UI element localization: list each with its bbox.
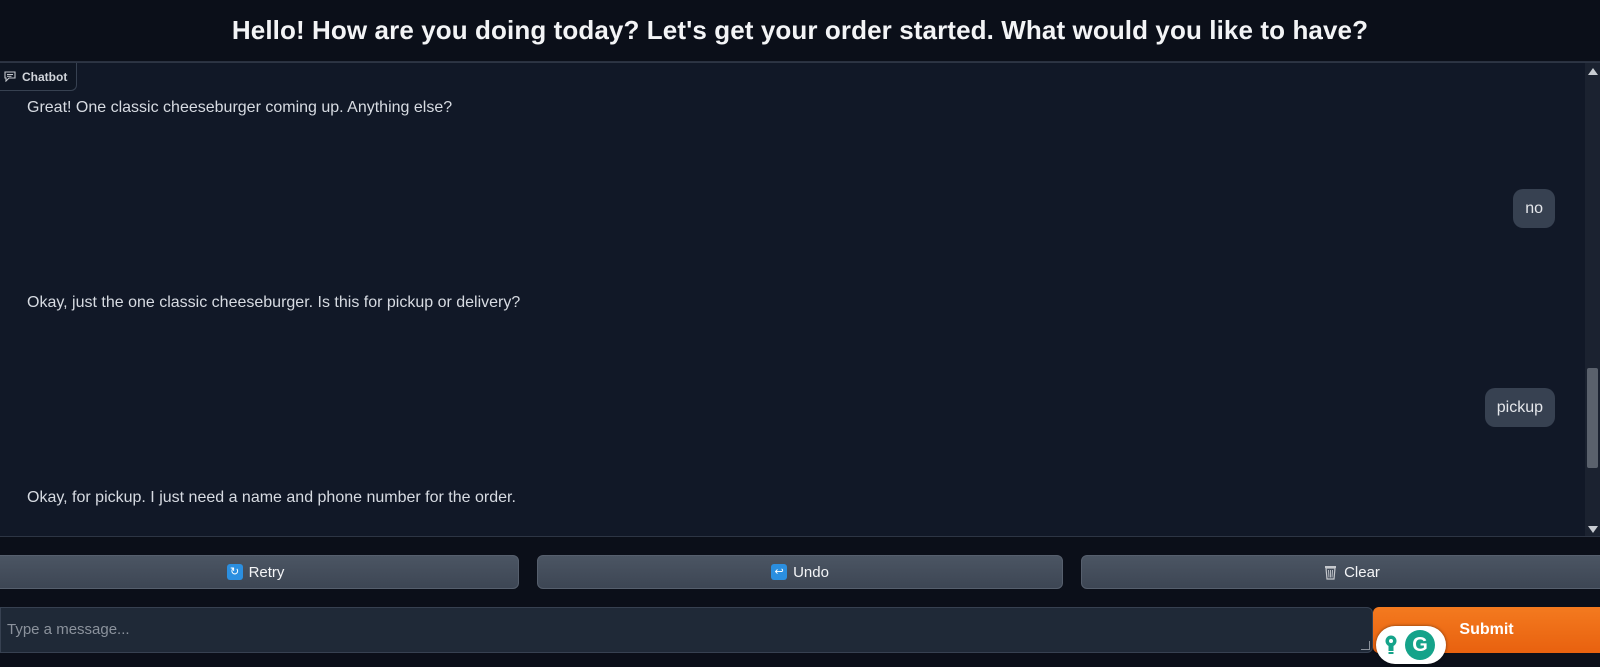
- user-message: no: [1513, 189, 1555, 228]
- chat-app: Hello! How are you doing today? Let's ge…: [0, 0, 1600, 667]
- lightbulb-icon[interactable]: [1381, 633, 1401, 657]
- grammarly-widget[interactable]: G: [1376, 626, 1446, 664]
- chatbot-panel[interactable]: Chatbot Great! One classic cheeseburger …: [0, 62, 1600, 537]
- clear-button[interactable]: Clear: [1081, 555, 1600, 589]
- user-message: pickup: [1484, 388, 1555, 427]
- wastebasket-icon: [1322, 564, 1338, 580]
- undo-icon: ↩: [771, 564, 788, 580]
- chatbot-label: Chatbot: [0, 63, 77, 91]
- page-title: Hello! How are you doing today? Let's ge…: [231, 15, 1369, 45]
- scroll-thumb[interactable]: [1587, 368, 1598, 468]
- clear-label: Clear: [1344, 563, 1380, 581]
- scroll-down-arrow-icon[interactable]: [1588, 526, 1598, 533]
- chat-scrollbar[interactable]: [1585, 63, 1600, 536]
- bot-message: Okay, just the one classic cheeseburger.…: [27, 294, 521, 311]
- retry-label: Retry: [248, 563, 285, 581]
- submit-label: Submit: [1459, 621, 1514, 638]
- retry-icon: ↻: [226, 564, 243, 580]
- chat-bubble-icon: [4, 71, 16, 82]
- message-input[interactable]: [1, 608, 1372, 652]
- message-input-container: [0, 607, 1373, 653]
- bot-message: Okay, for pickup. I just need a name and…: [27, 489, 516, 506]
- scroll-up-arrow-icon[interactable]: [1588, 68, 1598, 75]
- bot-message: Great! One classic cheeseburger coming u…: [27, 99, 453, 116]
- action-buttons: ↻ Retry ↩ Undo Clear: [0, 555, 1600, 589]
- undo-label: Undo: [793, 563, 829, 581]
- resize-handle-icon[interactable]: [1361, 641, 1370, 650]
- chatbot-label-text: Chatbot: [22, 69, 68, 84]
- retry-button[interactable]: ↻ Retry: [0, 555, 519, 589]
- undo-button[interactable]: ↩ Undo: [537, 555, 1063, 589]
- grammarly-logo-icon[interactable]: G: [1405, 630, 1435, 660]
- header: Hello! How are you doing today? Let's ge…: [0, 0, 1600, 62]
